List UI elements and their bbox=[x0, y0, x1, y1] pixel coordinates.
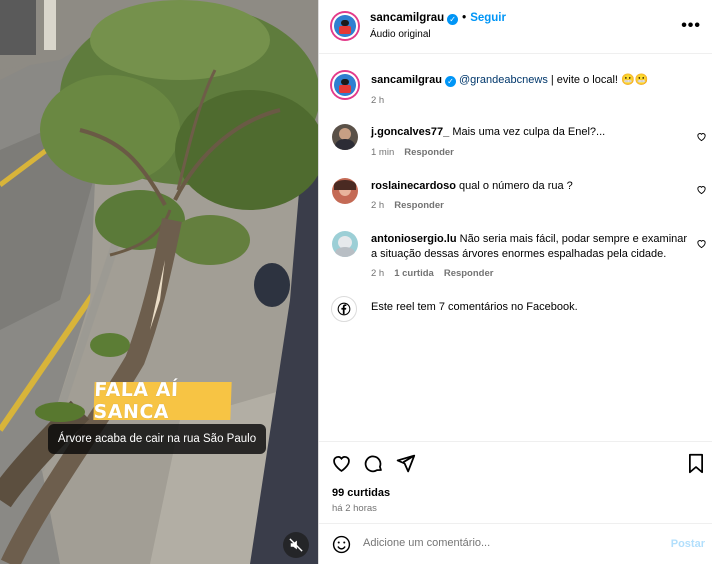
caption-time[interactable]: 2 h bbox=[371, 95, 384, 106]
header-username-row: sancamilgrau ✓ • Seguir bbox=[370, 12, 506, 25]
comment-body: Mais uma vez culpa da Enel?... bbox=[449, 126, 606, 138]
action-bar: 99 curtidas há 2 horas bbox=[319, 441, 712, 523]
post-time: há 2 horas bbox=[332, 503, 377, 514]
video-caption: Árvore acaba de cair na rua São Paulo bbox=[48, 424, 266, 454]
header-username[interactable]: sancamilgrau bbox=[370, 12, 444, 24]
reel-video[interactable]: FALA AÍ SANCA Árvore acaba de cair na ru… bbox=[0, 0, 318, 564]
likes-count[interactable]: 99 curtidas bbox=[332, 487, 390, 499]
comment-body: qual o número da rua ? bbox=[455, 180, 573, 192]
reply-button[interactable]: Responder bbox=[444, 268, 494, 279]
caption-meta: 2 h bbox=[371, 95, 394, 106]
heart-icon[interactable] bbox=[696, 131, 707, 142]
comment-meta: 1 min Responder bbox=[371, 147, 464, 158]
heart-icon[interactable] bbox=[696, 238, 707, 249]
mention-link[interactable]: @grandeabcnews bbox=[459, 74, 548, 86]
comment-username[interactable]: antoniosergio.lu bbox=[371, 233, 457, 245]
add-comment-bar: Postar bbox=[319, 523, 712, 564]
more-options-icon[interactable]: ••• bbox=[681, 17, 701, 35]
comment-icon[interactable] bbox=[363, 453, 384, 474]
verified-icon: ✓ bbox=[444, 76, 456, 87]
video-title-badge: FALA AÍ SANCA bbox=[93, 379, 232, 423]
facebook-icon bbox=[331, 296, 357, 322]
share-icon[interactable] bbox=[395, 453, 416, 474]
comment-text: antoniosergio.lu Não seria mais fácil, p… bbox=[371, 232, 689, 262]
reply-button[interactable]: Responder bbox=[404, 147, 454, 158]
avatar[interactable] bbox=[330, 70, 360, 100]
audio-label[interactable]: Áudio original bbox=[370, 29, 431, 40]
avatar[interactable] bbox=[332, 124, 358, 150]
post-header: sancamilgrau ✓ • Seguir Áudio original ••• bbox=[319, 0, 712, 54]
speaker-muted-icon bbox=[289, 538, 303, 552]
verified-icon: ✓ bbox=[447, 14, 459, 25]
post-panel: sancamilgrau ✓ • Seguir Áudio original ••• … bbox=[318, 0, 712, 564]
comment-likes[interactable]: 1 curtida bbox=[394, 268, 434, 279]
comment-text: roslainecardoso qual o número da rua ? bbox=[371, 179, 689, 194]
reply-button[interactable]: Responder bbox=[394, 200, 444, 211]
avatar[interactable] bbox=[332, 231, 358, 257]
like-heart-icon[interactable] bbox=[331, 453, 352, 474]
avatar[interactable] bbox=[332, 178, 358, 204]
comment-time[interactable]: 2 h bbox=[371, 268, 384, 279]
comment-meta: 2 h 1 curtida Responder bbox=[371, 268, 503, 279]
post-button[interactable]: Postar bbox=[671, 538, 705, 550]
header-separator: • bbox=[462, 12, 467, 24]
follow-button[interactable]: Seguir bbox=[470, 12, 506, 24]
comment-input[interactable] bbox=[363, 537, 633, 549]
comment-time[interactable]: 1 min bbox=[371, 147, 394, 158]
caption-username[interactable]: sancamilgrau bbox=[371, 74, 442, 86]
heart-icon[interactable] bbox=[696, 184, 707, 195]
caption-body: | evite o local! 😬😬 bbox=[547, 74, 649, 86]
video-frame bbox=[0, 0, 318, 564]
emoji-icon[interactable] bbox=[332, 535, 351, 554]
facebook-note-text: Este reel tem 7 comentários no Facebook. bbox=[371, 301, 578, 313]
comment-username[interactable]: j.goncalves77_ bbox=[371, 126, 449, 138]
save-bookmark-icon[interactable] bbox=[687, 453, 705, 474]
avatar[interactable] bbox=[330, 11, 360, 41]
comment-time[interactable]: 2 h bbox=[371, 200, 384, 211]
caption-text: sancamilgrau ✓ @grandeabcnews | evite o l… bbox=[371, 73, 689, 88]
mute-button[interactable] bbox=[283, 532, 309, 558]
comment-username[interactable]: roslainecardoso bbox=[371, 180, 456, 192]
comment-text: j.goncalves77_ Mais uma vez culpa da Ene… bbox=[371, 125, 689, 140]
comment-meta: 2 h Responder bbox=[371, 200, 454, 211]
